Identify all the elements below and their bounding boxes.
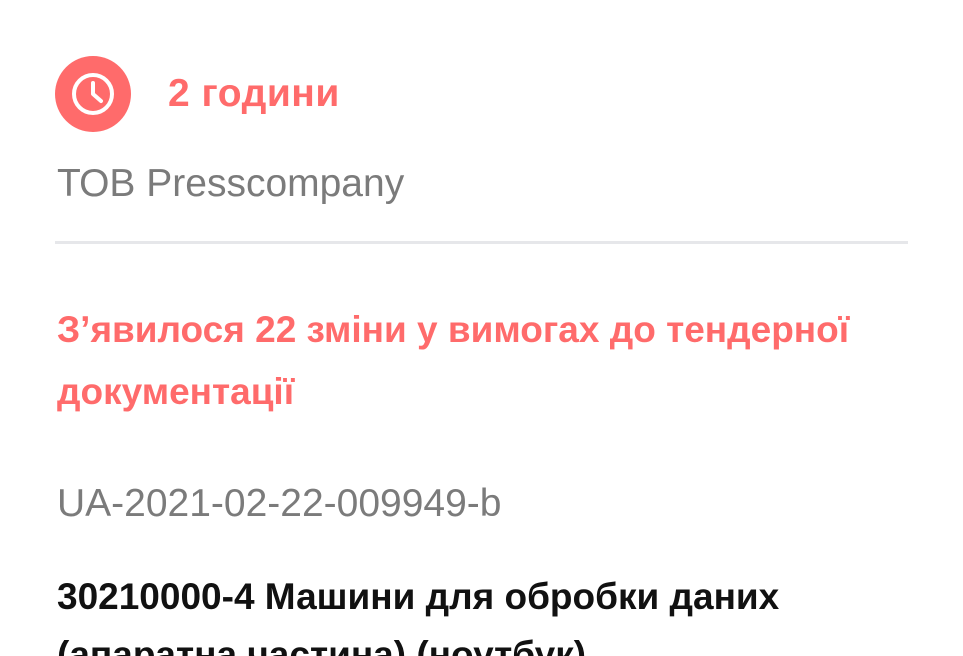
notification-card[interactable]: 2 години ТОВ Presscompany З’явилося 22 з… — [0, 0, 963, 656]
time-ago-label: 2 години — [168, 72, 340, 115]
tender-title[interactable]: 30210000-4 Машини для обробки даних (апа… — [57, 568, 927, 656]
clock-icon — [55, 56, 131, 132]
change-notice[interactable]: З’явилося 22 зміни у вимогах до тендерно… — [57, 299, 877, 423]
time-row: 2 години — [55, 56, 340, 132]
divider — [55, 241, 908, 244]
company-name: ТОВ Presscompany — [57, 162, 405, 205]
tender-id: UA-2021-02-22-009949-b — [57, 482, 502, 525]
